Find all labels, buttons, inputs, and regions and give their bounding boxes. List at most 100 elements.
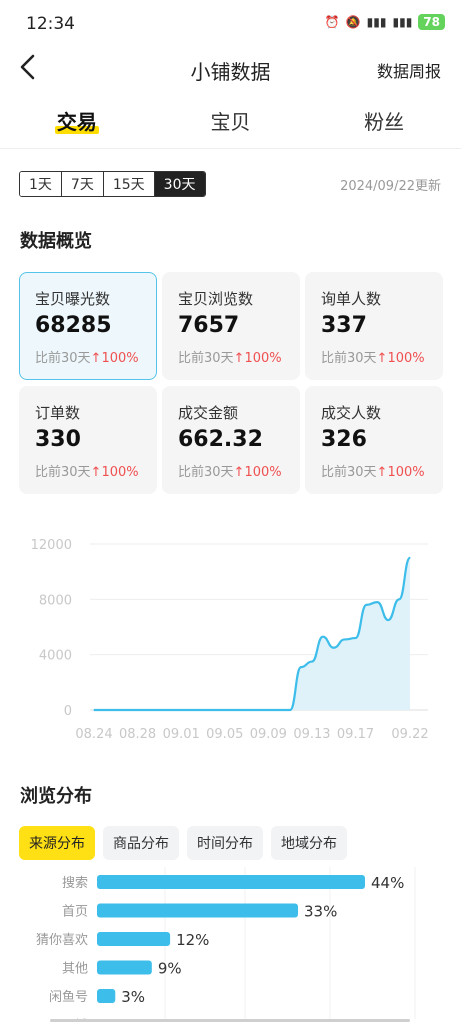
period-15d[interactable]: 15天 [104,172,155,196]
source-distribution-chart: 搜索44%首页33%猜你喜欢12%其他9%闲鱼号3%同城0% [0,867,461,1025]
header-area: 12:34 ⏰ 🔕 ▮▮▮ ▮▮▮ 78 小铺数据 数据周报 交易 宝贝 粉丝 [0,0,461,148]
metric-compare: 比前30天↑100% [35,461,139,480]
metric-change: ↑100% [234,351,282,366]
x-tick-label: 09.13 [293,727,330,742]
signal-icon-2: ▮▮▮ [392,15,412,29]
weekly-report-link[interactable]: 数据周报 [377,58,441,82]
trend-chart[interactable]: 0400080001200008.2408.2809.0109.0509.090… [0,524,461,759]
bar [97,932,170,946]
data-point [290,709,291,710]
metric-value: 330 [35,427,81,452]
data-point [268,709,269,710]
data-point [235,709,236,710]
bar-category-label: 猜你喜欢 [36,933,88,948]
metric-card-gmv[interactable]: 成交金额 662.32 比前30天↑100% [162,386,300,494]
overview-title: 数据概览 [20,227,92,253]
metric-label: 成交人数 [321,402,381,423]
metric-compare: 比前30天↑100% [321,347,425,366]
update-time: 2024/09/22更新 [340,175,441,194]
metric-value: 7657 [178,313,239,338]
area-fill [94,558,410,710]
nav-bar: 小铺数据 数据周报 [0,46,461,90]
x-tick-label: 08.24 [75,727,112,742]
chip-product[interactable]: 商品分布 [103,826,179,860]
metric-card-exposure[interactable]: 宝贝曝光数 68285 比前30天↑100% [19,272,157,380]
metric-card-buyers[interactable]: 成交人数 326 比前30天↑100% [305,386,443,494]
bar-category-label: 首页 [62,905,88,920]
tab-trade[interactable]: 交易 [0,100,154,144]
period-7d[interactable]: 7天 [62,172,104,196]
status-icons: ⏰ 🔕 ▮▮▮ ▮▮▮ 78 [325,14,445,30]
overview-cards: 宝贝曝光数 68285 比前30天↑100% 宝贝浏览数 7657 比前30天↑… [19,272,444,494]
status-bar: 12:34 ⏰ 🔕 ▮▮▮ ▮▮▮ 78 [0,0,461,46]
data-point [191,709,192,710]
main-tabs: 交易 宝贝 粉丝 [0,100,461,144]
bar [97,961,152,975]
bar-category-label: 其他 [62,962,88,977]
data-point [366,604,367,605]
metric-change: ↑100% [377,351,425,366]
metric-card-inquiries[interactable]: 询单人数 337 比前30天↑100% [305,272,443,380]
metric-compare: 比前30天↑100% [35,347,139,366]
data-point [181,709,182,710]
data-point [137,709,138,710]
data-point [224,709,225,710]
data-point [344,639,345,640]
data-point [159,709,160,710]
bar-category-label: 闲鱼号 [49,989,88,1005]
x-tick-label: 09.22 [391,727,428,742]
tab-fans-label: 粉丝 [364,110,404,134]
metric-value: 326 [321,427,367,452]
metric-label: 订单数 [35,402,80,423]
y-tick-label: 12000 [31,538,72,553]
data-point [246,709,247,710]
chip-time[interactable]: 时间分布 [187,826,263,860]
period-1d[interactable]: 1天 [20,172,62,196]
signal-icon: ▮▮▮ [367,15,387,29]
data-point [170,709,171,710]
y-tick-label: 0 [64,704,72,719]
metric-change: ↑100% [234,465,282,480]
chip-region[interactable]: 地域分布 [271,826,347,860]
horizontal-scrollbar[interactable] [50,1019,410,1022]
data-point [300,667,301,668]
data-point [126,709,127,710]
metric-value: 68285 [35,313,112,338]
tab-trade-label: 交易 [57,110,97,134]
status-time: 12:34 [26,14,75,34]
data-point [311,661,312,662]
main-content: 1天 7天 15天 30天 2024/09/22更新 数据概览 宝贝曝光数 68… [0,148,461,1025]
browse-filter-chips: 来源分布 商品分布 时间分布 地域分布 [19,826,347,860]
metric-card-views[interactable]: 宝贝浏览数 7657 比前30天↑100% [162,272,300,380]
data-point [148,709,149,710]
period-30d[interactable]: 30天 [155,172,205,196]
data-point [388,619,389,620]
data-point [333,647,334,648]
metric-compare: 比前30天↑100% [178,347,282,366]
browse-title: 浏览分布 [20,782,92,808]
mute-icon: 🔕 [346,15,361,29]
data-point [279,709,280,710]
x-tick-label: 09.17 [337,727,374,742]
tab-fans[interactable]: 粉丝 [307,100,461,144]
data-point [377,602,378,603]
bar-value-label: 44% [371,874,404,892]
bar-value-label: 33% [304,903,337,921]
data-point [104,709,105,710]
metric-card-orders[interactable]: 订单数 330 比前30天↑100% [19,386,157,494]
x-tick-label: 09.05 [206,727,243,742]
bar [97,875,365,889]
data-point [355,637,356,638]
metric-label: 成交金额 [178,402,238,423]
metric-label: 宝贝曝光数 [35,288,110,309]
tab-items[interactable]: 宝贝 [154,100,308,144]
bar-value-label: 3% [121,988,145,1006]
bar-value-label: 9% [158,960,182,978]
bar [97,989,115,1003]
metric-change: ↑100% [91,351,139,366]
chip-source[interactable]: 来源分布 [19,826,95,860]
data-point [202,709,203,710]
x-tick-label: 08.28 [119,727,156,742]
metric-compare: 比前30天↑100% [178,461,282,480]
metric-value: 337 [321,313,367,338]
